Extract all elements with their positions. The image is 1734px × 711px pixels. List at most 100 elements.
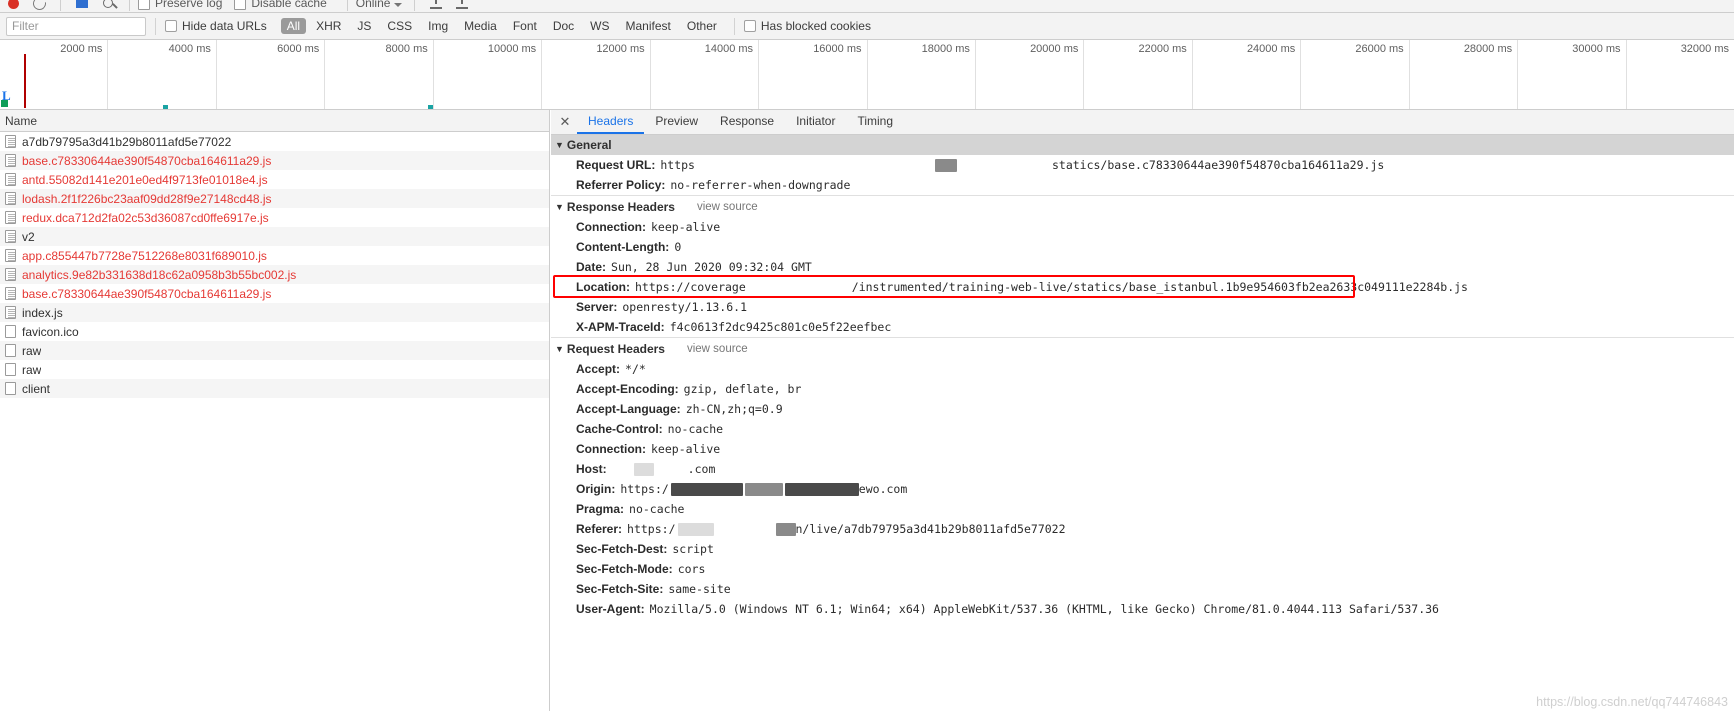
disable-cache-checkbox[interactable]: Disable cache bbox=[234, 0, 327, 10]
request-row[interactable]: v2 bbox=[0, 227, 549, 246]
request-row[interactable]: redux.dca712d2fa02c53d36087cd0ffe6917e.j… bbox=[0, 208, 549, 227]
filter-funnel-icon[interactable] bbox=[69, 0, 95, 12]
overview-markers: L bbox=[0, 40, 1734, 109]
header-row: Referrer Policy: no-referrer-when-downgra… bbox=[558, 175, 1734, 195]
type-filter-all[interactable]: All bbox=[280, 18, 307, 34]
request-name: base.c78330644ae390f54870cba164611a29.js bbox=[22, 153, 272, 168]
header-row: Referer: https:/ n/live/a7db79795a3d41b29b… bbox=[558, 519, 1734, 539]
request-list[interactable]: Name a7db79795a3d41b29b8011afd5e77022 bas… bbox=[0, 110, 550, 711]
document-icon bbox=[5, 287, 16, 300]
type-filter-ws[interactable]: WS bbox=[584, 18, 615, 34]
header-row: Server: openresty/1.13.6.1 bbox=[558, 297, 1734, 317]
type-filter-js[interactable]: JS bbox=[351, 18, 377, 34]
header-key: Location: bbox=[576, 280, 630, 294]
header-value-suffix: statics/base.c78330644ae390f54870cba1646… bbox=[1051, 158, 1385, 172]
header-value: 0 bbox=[674, 240, 682, 254]
document-icon bbox=[5, 268, 16, 281]
filter-bar: Hide data URLs AllXHRJSCSSImgMediaFontDo… bbox=[0, 13, 1734, 40]
header-key: Accept-Encoding: bbox=[576, 382, 679, 396]
search-icon[interactable] bbox=[95, 0, 121, 12]
view-source-link-response[interactable]: view source bbox=[697, 201, 758, 213]
document-icon bbox=[5, 249, 16, 262]
header-value-prefix: https://coverage bbox=[635, 280, 746, 294]
generic-file-icon bbox=[5, 382, 16, 395]
header-key: Host: bbox=[576, 462, 607, 476]
tab-timing[interactable]: Timing bbox=[846, 110, 904, 134]
header-row: Accept-Language: zh-CN,zh;q=0.9 bbox=[558, 399, 1734, 419]
header-row: Date: Sun, 28 Jun 2020 09:32:04 GMT bbox=[558, 257, 1734, 277]
view-source-link-request[interactable]: view source bbox=[687, 343, 748, 355]
type-filter-css[interactable]: CSS bbox=[381, 18, 418, 34]
has-blocked-cookies-checkbox[interactable]: Has blocked cookies bbox=[743, 19, 871, 33]
header-value: no-cache bbox=[629, 502, 685, 516]
request-list-header: Name bbox=[0, 110, 549, 132]
redacted-block bbox=[670, 482, 743, 496]
request-row[interactable]: raw bbox=[0, 341, 549, 360]
header-key: Accept: bbox=[576, 362, 621, 376]
request-name: index.js bbox=[22, 305, 63, 320]
header-row: Accept: */* bbox=[558, 359, 1734, 379]
has-blocked-cookies-label: Has blocked cookies bbox=[760, 19, 871, 33]
section-request-headers[interactable]: ▼ Request Headers view source bbox=[551, 337, 1734, 359]
type-filter-img[interactable]: Img bbox=[422, 18, 454, 34]
request-row[interactable]: client bbox=[0, 379, 549, 398]
column-header-name: Name bbox=[5, 113, 38, 128]
header-value: Mozilla/5.0 (Windows NT 6.1; Win64; x64)… bbox=[649, 602, 1439, 616]
redacted-block bbox=[784, 482, 859, 496]
type-filter-doc[interactable]: Doc bbox=[547, 18, 580, 34]
request-row[interactable]: favicon.ico bbox=[0, 322, 549, 341]
header-key: Request URL: bbox=[576, 158, 656, 172]
header-value-suffix: ewo.com bbox=[858, 482, 908, 496]
headers-panel: ▼ General Request URL: https statics/base.… bbox=[551, 135, 1734, 711]
request-row[interactable]: antd.55082d141e201e0ed4f9713fe01018e4.js bbox=[0, 170, 549, 189]
clear-icon[interactable] bbox=[26, 0, 52, 12]
export-har-icon[interactable] bbox=[449, 0, 475, 12]
document-icon bbox=[5, 306, 16, 319]
network-overview-timeline[interactable]: 2000 ms 4000 ms 6000 ms 8000 ms 10000 ms 1200… bbox=[0, 40, 1734, 110]
detail-scrollbar[interactable] bbox=[1725, 135, 1734, 711]
chevron-down-icon: ▼ bbox=[555, 140, 564, 150]
tab-response[interactable]: Response bbox=[709, 110, 785, 134]
request-row[interactable]: index.js bbox=[0, 303, 549, 322]
tab-preview[interactable]: Preview bbox=[644, 110, 709, 134]
header-value-prefix: https:/ bbox=[627, 522, 676, 536]
header-key: Connection: bbox=[576, 220, 646, 234]
header-row: Connection: keep-alive bbox=[558, 439, 1734, 459]
request-name: analytics.9e82b331638d18c62a0958b3b55bc0… bbox=[22, 267, 297, 282]
section-response-headers[interactable]: ▼ Response Headers view source bbox=[551, 195, 1734, 217]
throttle-select[interactable]: Online bbox=[356, 0, 403, 10]
request-name: antd.55082d141e201e0ed4f9713fe01018e4.js bbox=[22, 172, 268, 187]
header-value: same-site bbox=[668, 582, 731, 596]
request-row[interactable]: base.c78330644ae390f54870cba164611a29.js bbox=[0, 151, 549, 170]
section-general[interactable]: ▼ General bbox=[551, 135, 1734, 155]
request-row[interactable]: base.c78330644ae390f54870cba164611a29.js bbox=[0, 284, 549, 303]
header-key: Pragma: bbox=[576, 502, 625, 516]
type-filter-manifest[interactable]: Manifest bbox=[620, 18, 677, 34]
watermark-text: https://blog.csdn.net/qq744746843 bbox=[1536, 695, 1728, 709]
request-row[interactable]: raw bbox=[0, 360, 549, 379]
request-row[interactable]: lodash.2f1f226bc23aaf09dd28f9e27148cd48.… bbox=[0, 189, 549, 208]
redacted-block bbox=[677, 522, 714, 536]
chevron-down-icon: ▼ bbox=[555, 201, 564, 212]
tab-initiator[interactable]: Initiator bbox=[785, 110, 846, 134]
header-value: keep-alive bbox=[651, 220, 721, 234]
load-event-line bbox=[24, 54, 26, 108]
request-row[interactable]: a7db79795a3d41b29b8011afd5e77022 bbox=[0, 132, 549, 151]
type-filter-other[interactable]: Other bbox=[681, 18, 723, 34]
header-value-suffix: .com bbox=[687, 462, 716, 476]
header-value: cors bbox=[677, 562, 706, 576]
header-value-suffix: n/live/a7db79795a3d41b29b8011afd5e77022 bbox=[795, 522, 1066, 536]
request-row[interactable]: analytics.9e82b331638d18c62a0958b3b55bc0… bbox=[0, 265, 549, 284]
filter-input[interactable] bbox=[6, 16, 146, 36]
record-dot-icon[interactable] bbox=[0, 0, 26, 12]
type-filter-media[interactable]: Media bbox=[458, 18, 503, 34]
import-har-icon[interactable] bbox=[423, 0, 449, 12]
type-filter-xhr[interactable]: XHR bbox=[310, 18, 347, 34]
type-filter-font[interactable]: Font bbox=[507, 18, 543, 34]
preserve-log-checkbox[interactable]: Preserve log bbox=[138, 0, 222, 10]
request-row[interactable]: app.c855447b7728e7512268e8031f689010.js bbox=[0, 246, 549, 265]
hide-data-urls-checkbox[interactable]: Hide data URLs bbox=[165, 19, 267, 33]
tab-headers[interactable]: Headers bbox=[577, 110, 645, 134]
request-name: redux.dca712d2fa02c53d36087cd0ffe6917e.j… bbox=[22, 210, 269, 225]
close-icon[interactable]: ✕ bbox=[553, 110, 577, 134]
